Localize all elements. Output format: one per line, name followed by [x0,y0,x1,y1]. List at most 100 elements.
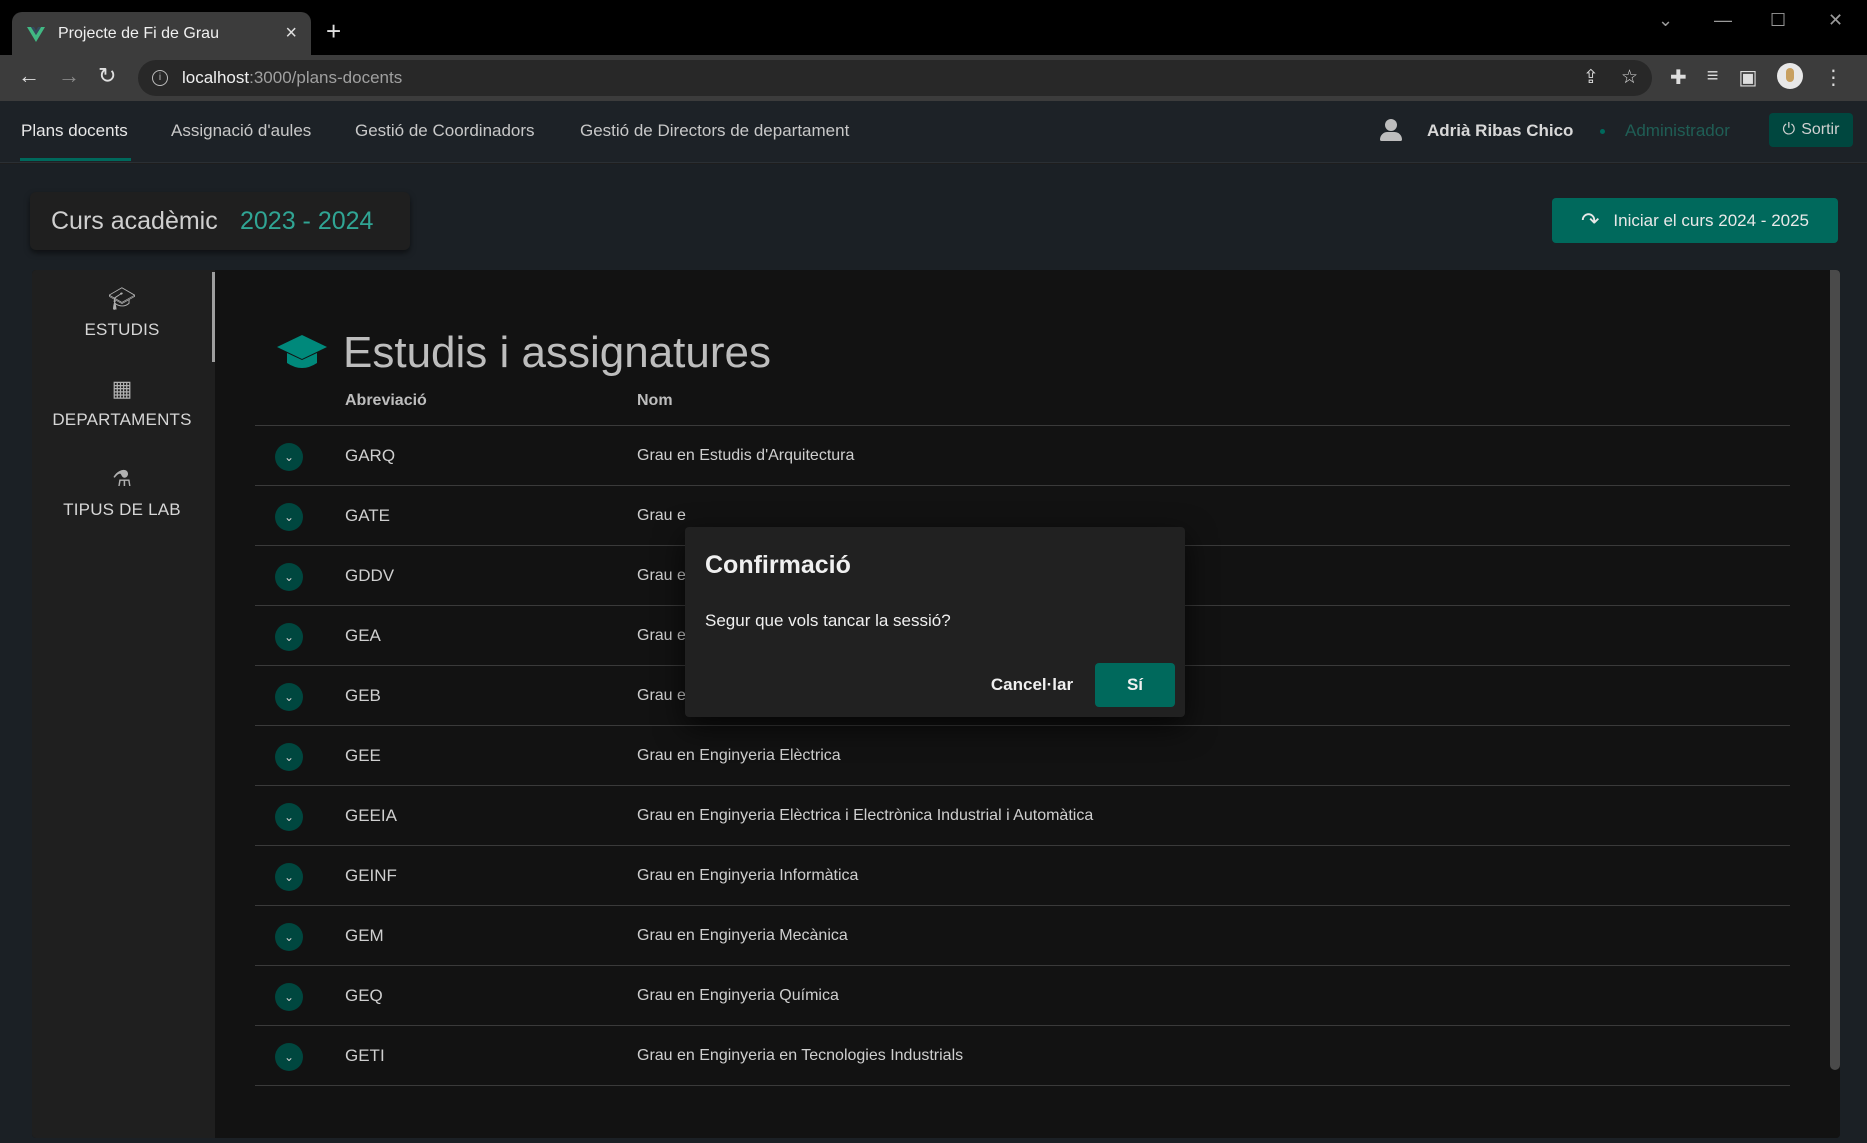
chevron-down-icon[interactable]: ⌄ [275,1043,303,1071]
table-row[interactable]: ⌄ GEM Grau en Enginyeria Mecànica [255,906,1790,966]
flask-icon: ⚗ [112,466,132,491]
sidebar-item-estudis[interactable]: 🎓︎ ESTUDIS [32,286,212,340]
cell-abbr: GEEIA [345,806,397,825]
nav-assignacio-aules[interactable]: Assignació d'aules [171,121,311,141]
back-icon[interactable]: ← [18,63,40,89]
profile-avatar[interactable] [1777,63,1804,89]
studies-table: Abreviació Nom ⌄ GARQ Grau en Estudis d'Ar… [255,390,1790,1086]
maximize-icon[interactable]: ☐ [1770,10,1786,31]
tab-search-icon[interactable]: ⌄ [1658,10,1673,31]
academic-year-card: Curs acadèmic 2023 - 2024 [30,192,410,250]
close-tab-icon[interactable]: × [285,22,297,45]
graduation-cap-icon: 🎓︎ [108,286,136,311]
active-nav-indicator [20,158,131,161]
sidebar: 🎓︎ ESTUDIS ▦ DEPARTAMENTS ⚗ TIPUS DE LAB [32,270,215,1138]
chevron-down-icon[interactable]: ⌄ [275,503,303,531]
cell-name: Grau en Enginyeria Química [637,987,839,1004]
menu-kebab-icon[interactable]: ⋮ [1823,65,1843,91]
reload-icon[interactable]: ↻ [98,63,116,89]
building-icon: ▦ [111,376,133,401]
nav-gestio-directors[interactable]: Gestió de Directors de departament [580,121,849,141]
page-title: Estudis i assignatures [343,328,771,377]
user-role: Administrador [1625,121,1730,140]
browser-tab[interactable]: Projecte de Fi de Grau × [12,12,311,55]
cancel-button[interactable]: Cancel·lar [985,663,1079,707]
share-icon[interactable]: ⇪ [1583,66,1599,89]
user-name: Adrià Ribas Chico [1427,121,1574,140]
user-icon [1380,119,1402,143]
cell-abbr: GETI [345,1046,385,1065]
url-host: localhost [182,68,250,87]
sidebar-item-departaments[interactable]: ▦ DEPARTAMENTS [32,376,212,430]
scrollbar[interactable] [1830,270,1840,1070]
new-tab-icon[interactable]: + [326,18,341,44]
power-icon: ⏻ [1782,121,1796,138]
cell-abbr: GEE [345,746,381,765]
close-window-icon[interactable]: ✕ [1828,10,1843,31]
academic-year-label: Curs acadèmic [51,206,218,235]
table-row[interactable]: ⌄ GEE Grau en Enginyeria Elèctrica [255,726,1790,786]
cell-abbr: GEQ [345,986,383,1005]
table-row[interactable]: ⌄ GEINF Grau en Enginyeria Informàtica [255,846,1790,906]
cell-name: Grau e [637,567,686,584]
start-course-button[interactable]: ↷ Iniciar el curs 2024 - 2025 [1552,198,1838,243]
column-header-abbr[interactable]: Abreviació [345,392,427,410]
cell-abbr: GDDV [345,566,395,585]
cell-name: Grau en Enginyeria en Tecnologies Indust… [637,1047,964,1064]
chevron-down-icon[interactable]: ⌄ [275,983,303,1011]
cell-abbr: GEM [345,926,384,945]
sidebar-item-tipus-lab[interactable]: ⚗ TIPUS DE LAB [32,466,212,520]
cell-abbr: GEB [345,686,381,705]
browser-tabstrip: Projecte de Fi de Grau × + ⌄ — ☐ ✕ [0,0,1867,55]
academic-year-value[interactable]: 2023 - 2024 [240,207,373,236]
cell-name: Grau en Enginyeria Informàtica [637,867,859,884]
cell-name: Grau en Enginyeria Elèctrica [637,747,841,764]
sidebar-item-label: DEPARTAMENTS [52,410,192,429]
minimize-icon[interactable]: — [1714,10,1732,31]
cell-name: Grau en Estudis d'Arquitectura [637,447,855,464]
site-info-icon[interactable]: i [152,70,168,86]
logout-label: Sortir [1801,121,1840,138]
cell-name: Grau e [637,507,686,524]
table-row[interactable]: ⌄ GETI Grau en Enginyeria en Tecnologies I… [255,1026,1790,1086]
chevron-down-icon[interactable]: ⌄ [275,563,303,591]
table-row[interactable]: ⌄ GEQ Grau en Enginyeria Química [255,966,1790,1026]
chevron-down-icon[interactable]: ⌄ [275,803,303,831]
logout-button[interactable]: ⏻ Sortir [1769,113,1853,147]
dialog-message: Segur que vols tancar la sessió? [705,611,951,630]
extensions-icon[interactable]: ✚ [1670,65,1687,91]
media-queue-icon[interactable]: ≡ [1707,65,1719,91]
nav-gestio-coordinadors[interactable]: Gestió de Coordinadors [355,121,535,141]
url-path: :3000/plans-docents [249,68,403,87]
cell-abbr: GEINF [345,866,397,885]
app-header: Plans docents Assignació d'aules Gestió … [0,101,1867,163]
vue-logo-icon [27,26,45,42]
column-header-name[interactable]: Nom [637,392,673,410]
dialog-title: Confirmació [705,551,851,579]
chevron-down-icon[interactable]: ⌄ [275,923,303,951]
table-header: Abreviació Nom [255,390,1790,426]
nav-plans-docents[interactable]: Plans docents [21,121,128,141]
chevron-down-icon[interactable]: ⌄ [275,863,303,891]
sidebar-item-label: ESTUDIS [84,320,160,339]
side-panel-icon[interactable]: ▣ [1738,65,1757,91]
chevron-down-icon[interactable]: ⌄ [275,743,303,771]
table-row[interactable]: ⌄ GEEIA Grau en Enginyeria Elèctrica i Ele… [255,786,1790,846]
chevron-down-icon[interactable]: ⌄ [275,683,303,711]
cell-abbr: GATE [345,506,391,525]
address-bar[interactable]: i localhost:3000/plans-docents ⇪ ☆ [138,60,1652,96]
role-separator-dot [1600,129,1605,134]
section-heading: Estudis i assignatures [275,328,771,378]
table-row[interactable]: ⌄ GARQ Grau en Estudis d'Arquitectura [255,426,1790,486]
forward-icon[interactable]: → [58,63,80,89]
cell-abbr: GARQ [345,446,396,465]
cell-name: Grau en Enginyeria Elèctrica i Electròni… [637,807,1094,824]
chevron-down-icon[interactable]: ⌄ [275,443,303,471]
start-course-label: Iniciar el curs 2024 - 2025 [1613,210,1810,230]
redo-arrow-icon: ↷ [1580,207,1600,233]
chevron-down-icon[interactable]: ⌄ [275,623,303,651]
table-body: ⌄ GARQ Grau en Estudis d'Arquitectura ⌄ GATE… [255,426,1790,1086]
bookmark-star-icon[interactable]: ☆ [1621,66,1638,89]
cell-name: Grau en Enginyeria Mecànica [637,927,848,944]
confirm-button[interactable]: Sí [1095,663,1175,707]
